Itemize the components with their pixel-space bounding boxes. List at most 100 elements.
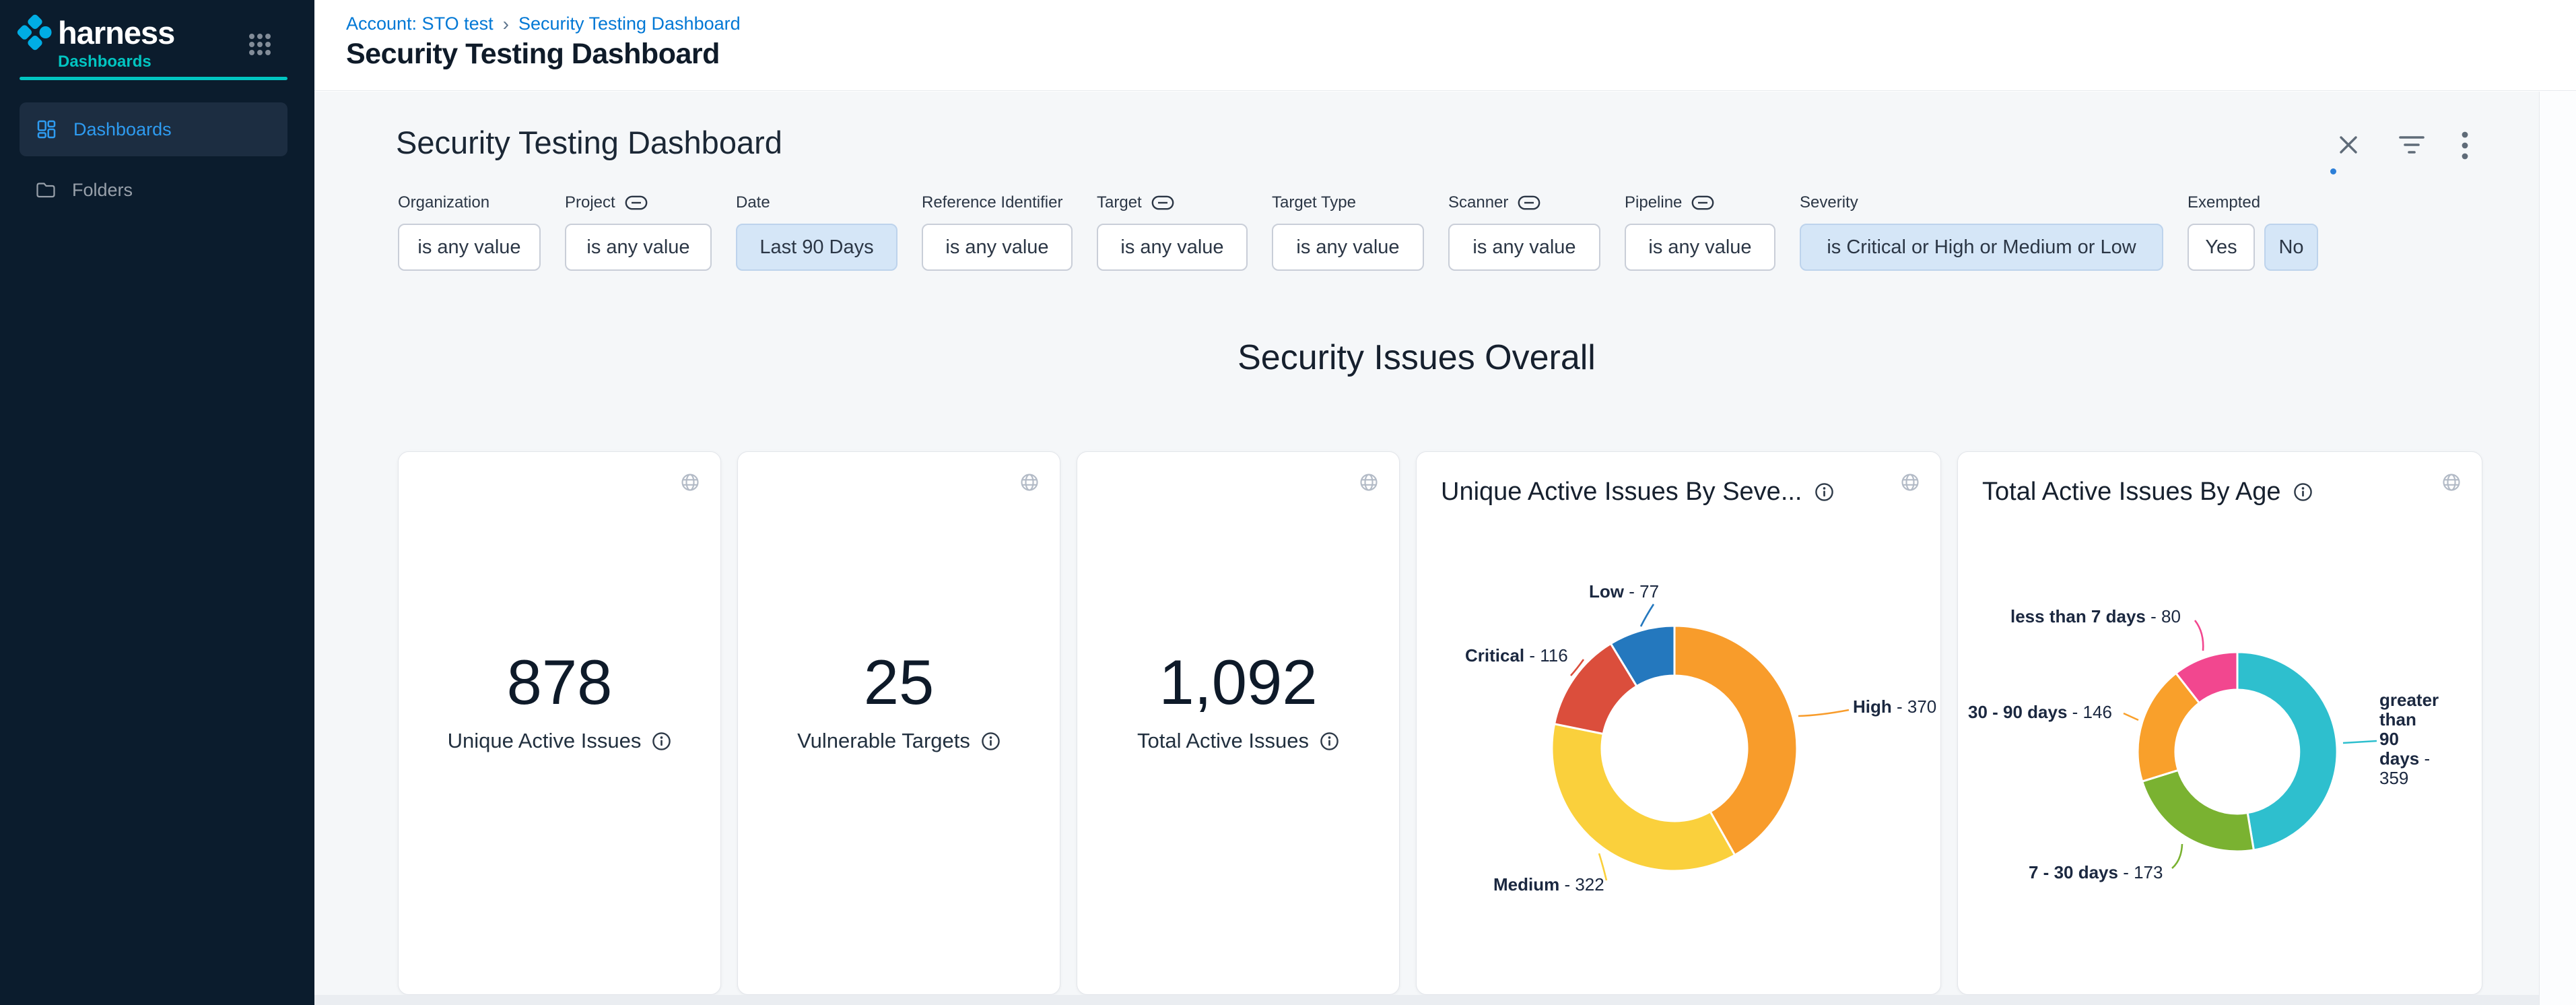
link-icon (1691, 195, 1714, 210)
close-icon[interactable] (2336, 132, 2361, 161)
sidebar-item-label: Dashboards (73, 119, 172, 140)
filter-label: Project (565, 193, 615, 212)
filter-date: Date Last 90 Days (736, 193, 897, 271)
metric-label: Vulnerable Targets (797, 729, 970, 753)
filter-chip-pipeline[interactable]: is any value (1625, 224, 1775, 271)
filter-severity: Severity is Critical or High or Medium or… (1800, 193, 2163, 271)
filter-chip-project[interactable]: is any value (565, 224, 712, 271)
donut-label-greater-than-90-days: greater than 90 days - 359 (2379, 690, 2439, 789)
metric-card-unique-active-issues: 878 Unique Active Issues (398, 451, 721, 995)
folder-icon (36, 181, 56, 199)
donut-segment-medium[interactable] (1552, 724, 1735, 871)
filter-project: Project is any value (565, 193, 712, 271)
exempted-no-button[interactable]: No (2264, 224, 2318, 271)
info-icon[interactable] (1320, 732, 1339, 751)
product-name: Dashboards (58, 53, 151, 71)
page-header: Account: STO test › Security Testing Das… (314, 0, 2576, 91)
chart-card-total-active-issues-by-age: Total Active Issues By Age greater than … (1957, 451, 2482, 995)
callout-line-7-30-days (2172, 844, 2182, 868)
dashboard-content: Security Testing Dashboard Organization i… (314, 92, 2576, 1005)
scroll-gutter[interactable] (2539, 92, 2576, 1005)
bottom-scroll-track[interactable] (314, 995, 2539, 1005)
breadcrumb-account-link[interactable]: Account: STO test (346, 13, 494, 34)
link-icon (625, 195, 648, 210)
breadcrumb: Account: STO test › Security Testing Das… (346, 13, 741, 34)
metric-card-vulnerable-targets: 25 Vulnerable Targets (737, 451, 1060, 995)
chevron-right-icon: › (503, 15, 509, 34)
metric-label: Total Active Issues (1137, 729, 1309, 753)
app-grid-icon[interactable] (248, 32, 272, 57)
info-icon[interactable] (981, 732, 1001, 751)
donut-label-less-than-7-days: less than 7 days - 80 (2010, 607, 2181, 626)
sidebar-divider (20, 77, 287, 80)
donut-label-critical: Critical - 116 (1465, 646, 1568, 666)
filter-bar: Organizationis any valueProject is any v… (398, 193, 2318, 271)
donut-segment-7-30-days[interactable] (2142, 770, 2254, 851)
metric-value: 878 (399, 651, 720, 714)
filter-target-type: Target Type is any value (1272, 193, 1424, 271)
filter-chip-date[interactable]: Last 90 Days (736, 224, 897, 271)
dashboard-title: Security Testing Dashboard (396, 124, 782, 161)
exempted-yes-button[interactable]: Yes (2188, 224, 2255, 271)
kebab-menu-icon[interactable] (2461, 131, 2469, 164)
sidebar-item-folders[interactable]: Folders (20, 163, 287, 217)
filter-chip-target[interactable]: is any value (1097, 224, 1248, 271)
link-icon (1518, 195, 1540, 210)
callout-line-greater-than-90-days (2343, 741, 2377, 743)
callout-line-less-than-7-days (2195, 620, 2203, 651)
donut-label-medium: Medium - 322 (1493, 875, 1604, 895)
filter-scanner: Scanner is any value (1448, 193, 1600, 271)
metric-value: 25 (738, 651, 1060, 714)
filter-target: Target is any value (1097, 193, 1248, 271)
metric-value: 1,092 (1077, 651, 1399, 714)
filter-label: Pipeline (1625, 193, 1682, 212)
donut-label-low: Low - 77 (1589, 582, 1659, 602)
filter-chip-organization[interactable]: is any value (398, 224, 541, 271)
filter-label: Exempted (2188, 193, 2260, 212)
filter-label: Reference Identifier (922, 193, 1062, 212)
filter-icon[interactable] (2398, 135, 2426, 160)
donut-label-high: High - 370 (1853, 697, 1936, 717)
sidebar: harness Dashboards Dashboards Folders (0, 0, 314, 1005)
filter-chip-target-type[interactable]: is any value (1272, 224, 1424, 271)
cards-row: 878 Unique Active Issues 25 Vulnerable T… (398, 451, 2482, 995)
donut-label-7-30-days: 7 - 30 days - 173 (2029, 863, 2163, 882)
chart-card-unique-active-issues-by-severity: Unique Active Issues By Seve... High - 3… (1416, 451, 1941, 995)
filter-label: Severity (1800, 193, 1858, 212)
link-icon (1151, 195, 1174, 210)
cursor-dot (2330, 168, 2336, 174)
filter-label: Organization (398, 193, 489, 212)
donut-segment-greater-than-90-days[interactable] (2237, 652, 2337, 850)
harness-logo-icon (16, 13, 55, 52)
globe-icon[interactable] (1359, 472, 1379, 496)
harness-logo[interactable]: harness (22, 13, 174, 51)
metric-label: Unique Active Issues (448, 729, 642, 753)
breadcrumb-dashboard-link[interactable]: Security Testing Dashboard (518, 13, 741, 34)
filter-chip-reference-identifier[interactable]: is any value (922, 224, 1073, 271)
globe-icon[interactable] (1019, 472, 1040, 496)
section-title: Security Issues Overall (314, 337, 2519, 378)
brand-name: harness (58, 17, 174, 48)
sidebar-item-label: Folders (72, 180, 133, 201)
filter-pipeline: Pipeline is any value (1625, 193, 1775, 271)
globe-icon[interactable] (680, 472, 700, 496)
filter-reference-identifier: Reference Identifier is any value (922, 193, 1073, 271)
page-title: Security Testing Dashboard (346, 38, 720, 71)
callout-line-30-90-days (2124, 713, 2138, 720)
filter-chip-severity[interactable]: is Critical or High or Medium or Low (1800, 224, 2163, 271)
sidebar-item-dashboards[interactable]: Dashboards (20, 102, 287, 156)
callout-line-low (1641, 604, 1654, 626)
filter-label: Target Type (1272, 193, 1356, 212)
callout-line-high (1798, 710, 1849, 716)
donut-label-30-90-days: 30 - 90 days - 146 (1968, 703, 2112, 722)
filter-chip-scanner[interactable]: is any value (1448, 224, 1600, 271)
donut-chart[interactable] (1417, 452, 1942, 994)
info-icon[interactable] (652, 732, 671, 751)
filter-label: Date (736, 193, 770, 212)
filter-organization: Organization is any value (398, 193, 541, 271)
filter-label: Scanner (1448, 193, 1508, 212)
metric-card-total-active-issues: 1,092 Total Active Issues (1077, 451, 1400, 995)
sidebar-nav: Dashboards Folders (20, 102, 287, 217)
filter-label: Target (1097, 193, 1142, 212)
filter-exempted: Exempted YesNo (2188, 193, 2318, 271)
